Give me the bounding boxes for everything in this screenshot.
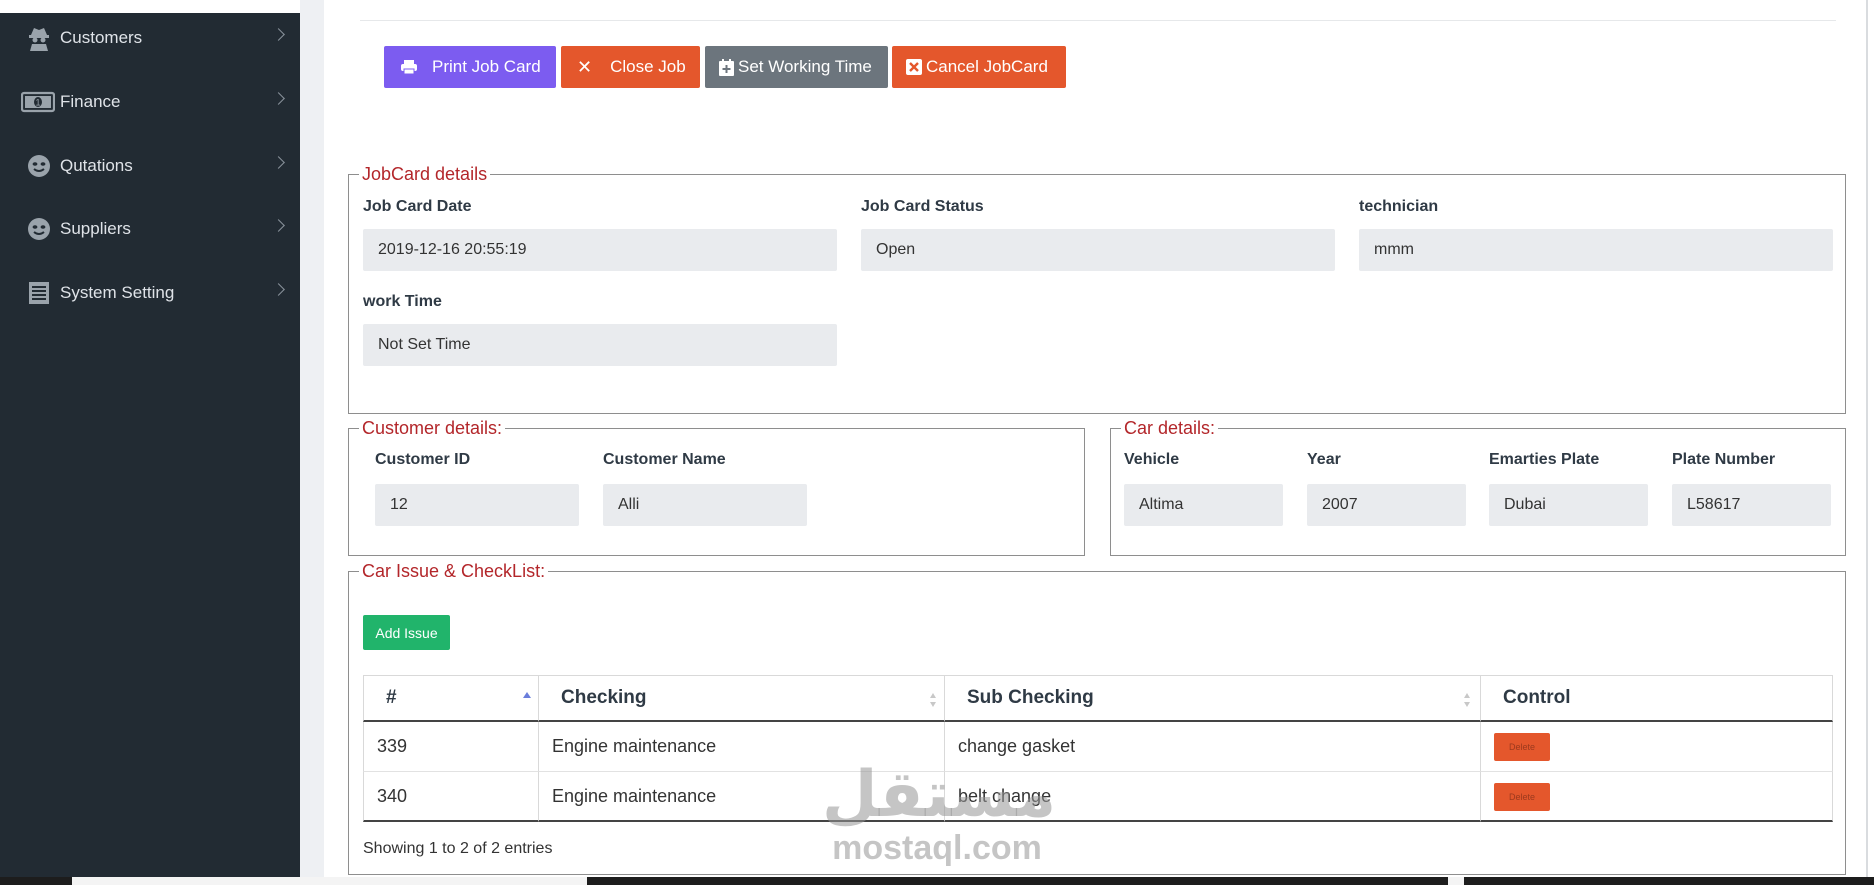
print-job-card-button[interactable]: Print Job Card (384, 46, 556, 88)
vehicle-label: Vehicle (1124, 451, 1180, 468)
cell-id: 340 (363, 772, 539, 822)
bottom-strip-segment (1448, 877, 1464, 885)
sort-icon (930, 693, 936, 707)
work-time-label: work Time (363, 293, 442, 310)
sort-icon (1464, 693, 1470, 707)
job-card-status-label: Job Card Status (861, 198, 984, 215)
button-label: Close Job (610, 57, 686, 76)
technician-label: technician (1359, 198, 1439, 215)
scrollbar-track[interactable] (1866, 0, 1868, 885)
spy-icon (24, 24, 54, 52)
sidebar-item-label: Suppliers (60, 219, 131, 238)
button-label: Set Working Time (738, 57, 872, 76)
job-card-status-field[interactable]: Open (861, 229, 1335, 271)
button-label: Cancel JobCard (926, 57, 1048, 76)
plate-number-field[interactable]: L58617 (1672, 484, 1831, 526)
chevron-right-icon (272, 219, 285, 232)
sidebar-item-suppliers[interactable]: Suppliers (0, 199, 300, 259)
sidebar-item-label: Finance (60, 92, 121, 111)
sidebar: Customers 1 Finance Qutations Suppliers … (0, 0, 300, 885)
year-field[interactable]: 2007 (1307, 484, 1466, 526)
close-box-icon (906, 59, 922, 75)
chevron-right-icon (272, 156, 285, 169)
cell-control: Delete (1481, 722, 1833, 772)
sidebar-item-label: System Setting (60, 283, 175, 302)
column-header-label: Checking (561, 687, 647, 708)
cell-control: Delete (1481, 772, 1833, 822)
work-time-field[interactable]: Not Set Time (363, 324, 837, 366)
smile-icon (24, 152, 54, 180)
table-row: 339 Engine maintenance change gasket Del… (363, 722, 1833, 772)
column-header-control: Control (1481, 675, 1833, 722)
vehicle-field[interactable]: Altima (1124, 484, 1283, 526)
column-header-checking[interactable]: Checking (539, 675, 945, 722)
customer-name-field[interactable]: Alli (603, 484, 807, 526)
table-row: 340 Engine maintenance belt change Delet… (363, 772, 1833, 822)
plate-number-label: Plate Number (1672, 451, 1776, 468)
sort-asc-icon (523, 692, 531, 698)
close-icon: ✕ (577, 56, 593, 77)
column-header-id[interactable]: # (363, 675, 539, 722)
sidebar-item-system-setting[interactable]: System Setting (0, 263, 300, 323)
column-header-label: Sub Checking (967, 687, 1094, 708)
watermark-latin: mostaql.com (832, 829, 1042, 867)
panel-legend: JobCard details (359, 163, 491, 185)
panel-legend: Car Issue & CheckList: (359, 560, 549, 582)
year-label: Year (1307, 451, 1341, 468)
jobcard-details-panel: JobCard details Job Card Date 2019-12-16… (348, 163, 1846, 414)
column-header-sub-checking[interactable]: Sub Checking (945, 675, 1481, 722)
emirates-plate-label: Emarties Plate (1489, 451, 1600, 468)
printer-icon (400, 59, 418, 75)
bottom-strip-segment (72, 877, 587, 885)
sidebar-item-label: Qutations (60, 156, 133, 175)
close-job-button[interactable]: ✕ Close Job (561, 46, 700, 88)
button-label: Print Job Card (432, 57, 541, 76)
calendar-plus-icon (719, 58, 734, 76)
chevron-right-icon (272, 28, 285, 41)
add-issue-button[interactable]: Add Issue (363, 615, 450, 650)
customer-details-panel: Customer details: Customer ID 12 Custome… (348, 417, 1085, 556)
watermark-arabic: مستقل (822, 758, 1057, 832)
sidebar-item-customers[interactable]: Customers (0, 8, 300, 68)
sidebar-item-qutations[interactable]: Qutations (0, 136, 300, 196)
divider (360, 20, 1836, 21)
column-header-label: Control (1503, 687, 1571, 708)
column-header-label: # (386, 687, 397, 708)
table-info: Showing 1 to 2 of 2 entries (363, 840, 553, 857)
panel-legend: Customer details: (359, 417, 506, 439)
customer-name-label: Customer Name (603, 451, 726, 468)
cell-id: 339 (363, 722, 539, 772)
customer-id-label: Customer ID (375, 451, 471, 468)
emirates-plate-field[interactable]: Dubai (1489, 484, 1648, 526)
list-icon (24, 279, 54, 307)
smile-icon (24, 215, 54, 243)
chevron-right-icon (272, 283, 285, 296)
technician-field[interactable]: mmm (1359, 229, 1833, 271)
money-icon: 1 (20, 88, 56, 116)
delete-button[interactable]: Delete (1494, 783, 1550, 811)
chevron-right-icon (272, 92, 285, 105)
sidebar-item-label: Customers (60, 28, 143, 47)
set-working-time-button[interactable]: Set Working Time (705, 46, 888, 88)
delete-button[interactable]: Delete (1494, 733, 1550, 761)
watermark: مستقل mostaql.com (822, 758, 1057, 867)
cancel-jobcard-button[interactable]: Cancel JobCard (892, 46, 1066, 88)
car-details-panel: Car details: Vehicle Altima Year 2007 Em… (1110, 417, 1846, 556)
sidebar-item-finance[interactable]: 1 Finance (0, 72, 300, 132)
job-card-date-label: Job Card Date (363, 198, 472, 215)
customer-id-field[interactable]: 12 (375, 484, 579, 526)
content-gutter (300, 0, 324, 885)
job-card-date-field[interactable]: 2019-12-16 20:55:19 (363, 229, 837, 271)
svg-text:1: 1 (35, 98, 40, 108)
panel-legend: Car details: (1121, 417, 1219, 439)
